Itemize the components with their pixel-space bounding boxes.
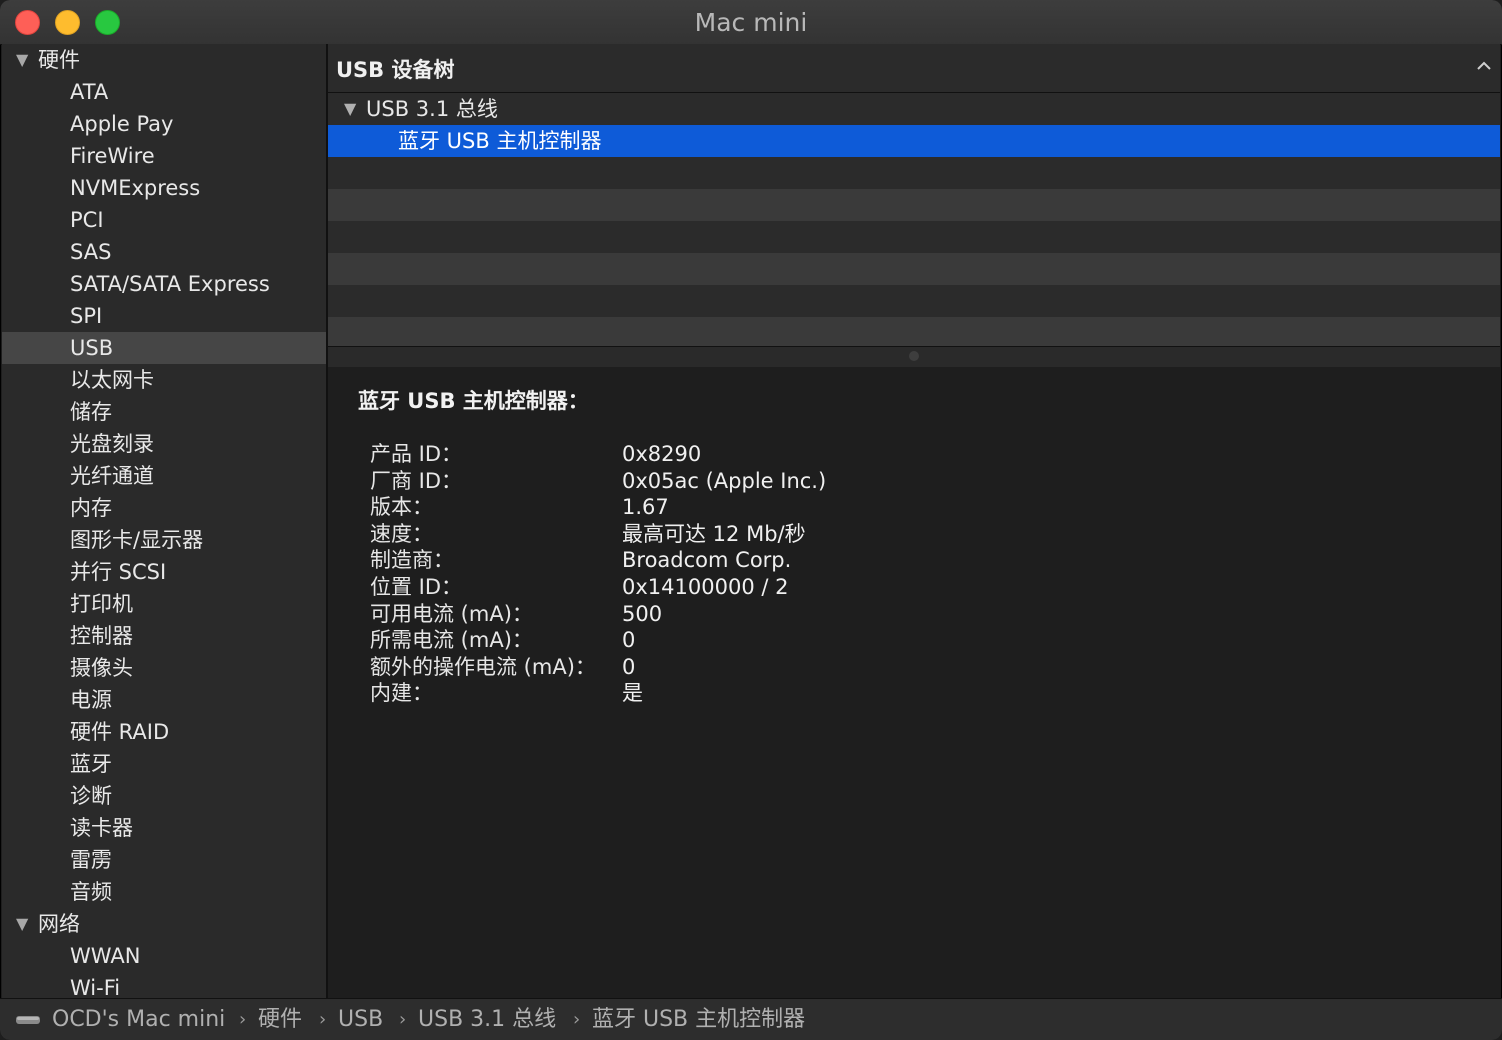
path-bar: OCD's Mac mini › 硬件 › USB › USB 3.1 总线 ›… bbox=[0, 998, 1502, 1040]
sidebar-item-camera[interactable]: 摄像头 bbox=[2, 652, 326, 684]
property-value: 0x05ac (Apple Inc.) bbox=[622, 468, 827, 493]
property-value: Broadcom Corp. bbox=[622, 548, 792, 573]
sidebar-item-hardware-raid[interactable]: 硬件 RAID bbox=[2, 716, 326, 748]
sidebar-item-controller[interactable]: 控制器 bbox=[2, 620, 326, 652]
sidebar-item-pci[interactable]: PCI bbox=[2, 204, 326, 236]
split-view-divider[interactable] bbox=[328, 346, 1500, 368]
sidebar-item-spi[interactable]: SPI bbox=[2, 300, 326, 332]
property-key: 额外的操作电流 (mA)： bbox=[370, 654, 596, 679]
path-item-bluetooth-controller[interactable]: 蓝牙 USB 主机控制器 bbox=[592, 999, 805, 1040]
disclosure-triangle-icon[interactable]: ▼ bbox=[16, 908, 28, 940]
sidebar-item-ethernet[interactable]: 以太网卡 bbox=[2, 364, 326, 396]
sidebar-item-ata[interactable]: ATA bbox=[2, 76, 326, 108]
sidebar-item-memory[interactable]: 内存 bbox=[2, 492, 326, 524]
sidebar-group-label: 网络 bbox=[38, 912, 80, 936]
sidebar-item-apple-pay[interactable]: Apple Pay bbox=[2, 108, 326, 140]
property-key: 产品 ID： bbox=[370, 442, 463, 466]
sidebar-group-network[interactable]: ▼ 网络 bbox=[2, 908, 326, 940]
property-value: 0x8290 bbox=[622, 442, 702, 466]
sidebar-item-storage[interactable]: 储存 bbox=[2, 396, 326, 428]
tree-row-label: 蓝牙 USB 主机控制器 bbox=[398, 129, 602, 153]
tree-row-empty bbox=[328, 317, 1500, 349]
sidebar-item-firewire[interactable]: FireWire bbox=[2, 140, 326, 172]
property-value: 是 bbox=[622, 681, 643, 706]
system-information-window: Mac mini ▼ 硬件 ATA Apple Pay FireWire NVM… bbox=[0, 0, 1502, 1040]
sidebar-item-fibre-channel[interactable]: 光纤通道 bbox=[2, 460, 326, 492]
sidebar-item-wwan[interactable]: WWAN bbox=[2, 940, 326, 972]
property-key: 版本： bbox=[370, 495, 433, 520]
tree-row-empty bbox=[328, 253, 1500, 285]
sidebar-item-diagnostics[interactable]: 诊断 bbox=[2, 780, 326, 812]
property-value: 0 bbox=[622, 628, 636, 653]
tree-row-label: USB 3.1 总线 bbox=[366, 97, 498, 121]
device-tree-header[interactable]: USB 设备树 bbox=[328, 44, 1500, 93]
sidebar-item-graphics[interactable]: 图形卡/显示器 bbox=[2, 524, 326, 556]
disclosure-triangle-icon[interactable]: ▼ bbox=[16, 44, 28, 76]
property-value: 0 bbox=[622, 654, 636, 679]
split-handle-icon[interactable] bbox=[909, 351, 919, 361]
disclosure-triangle-icon[interactable]: ▼ bbox=[344, 93, 356, 125]
tree-row-empty bbox=[328, 189, 1500, 221]
property-key: 制造商： bbox=[370, 548, 454, 573]
chevron-up-icon[interactable] bbox=[1474, 56, 1494, 76]
sidebar-item-nvmexpress[interactable]: NVMExpress bbox=[2, 172, 326, 204]
property-key: 可用电流 (mA)： bbox=[370, 601, 533, 626]
tree-row-empty bbox=[328, 221, 1500, 253]
sidebar-group-label: 硬件 bbox=[38, 48, 80, 72]
property-value: 最高可达 12 Mb/秒 bbox=[622, 521, 806, 546]
sidebar-item-printers[interactable]: 打印机 bbox=[2, 588, 326, 620]
sidebar-item-power[interactable]: 电源 bbox=[2, 684, 326, 716]
path-separator-icon: › bbox=[399, 1009, 407, 1030]
sidebar-item-sas[interactable]: SAS bbox=[2, 236, 326, 268]
property-key: 厂商 ID： bbox=[370, 468, 463, 493]
sidebar-item-thunderbolt[interactable]: 雷雳 bbox=[2, 844, 326, 876]
window-title: Mac mini bbox=[694, 8, 808, 37]
path-item-computer[interactable]: OCD's Mac mini bbox=[52, 999, 225, 1040]
path-item-usb[interactable]: USB bbox=[338, 999, 383, 1040]
detail-pane: 蓝牙 USB 主机控制器： 产品 ID： 0x8290 厂商 ID： 0x05a… bbox=[328, 367, 1500, 998]
path-item-usb-bus[interactable]: USB 3.1 总线 bbox=[418, 999, 556, 1040]
path-separator-icon: › bbox=[239, 1009, 247, 1030]
sidebar-item-card-reader[interactable]: 读卡器 bbox=[2, 812, 326, 844]
title-bar[interactable]: Mac mini bbox=[0, 0, 1502, 45]
property-value: 0x14100000 / 2 bbox=[622, 574, 789, 599]
sidebar-item-disc-burning[interactable]: 光盘刻录 bbox=[2, 428, 326, 460]
tree-row-empty bbox=[328, 157, 1500, 189]
property-value: 500 bbox=[622, 601, 663, 626]
tree-row-bluetooth-controller[interactable]: 蓝牙 USB 主机控制器 bbox=[328, 125, 1500, 157]
sidebar-item-sata[interactable]: SATA/SATA Express bbox=[2, 268, 326, 300]
tree-row-empty bbox=[328, 285, 1500, 317]
sidebar-item-usb[interactable]: USB bbox=[2, 332, 326, 364]
path-item-hardware[interactable]: 硬件 bbox=[258, 999, 302, 1040]
mac-mini-icon bbox=[16, 1016, 40, 1024]
property-key: 内建： bbox=[370, 681, 433, 706]
device-tree[interactable]: ▼ USB 3.1 总线 蓝牙 USB 主机控制器 bbox=[328, 93, 1500, 349]
sidebar[interactable]: ▼ 硬件 ATA Apple Pay FireWire NVMExpress P… bbox=[2, 44, 326, 998]
property-key: 位置 ID： bbox=[370, 574, 463, 599]
property-value: 1.67 bbox=[622, 495, 669, 520]
sidebar-item-wifi[interactable]: Wi-Fi bbox=[2, 972, 326, 998]
content-pane: USB 设备树 ▼ USB 3.1 总线 蓝牙 USB 主机控制器 蓝牙 USB… bbox=[328, 44, 1500, 998]
sidebar-item-parallel-scsi[interactable]: 并行 SCSI bbox=[2, 556, 326, 588]
detail-title: 蓝牙 USB 主机控制器： bbox=[358, 389, 589, 413]
path-separator-icon: › bbox=[573, 1009, 581, 1030]
property-key: 速度： bbox=[370, 521, 433, 546]
device-tree-title: USB 设备树 bbox=[336, 58, 455, 82]
sidebar-group-hardware[interactable]: ▼ 硬件 bbox=[2, 44, 326, 76]
sidebar-item-audio[interactable]: 音频 bbox=[2, 876, 326, 908]
path-separator-icon: › bbox=[319, 1009, 327, 1030]
property-key: 所需电流 (mA)： bbox=[370, 628, 533, 653]
sidebar-item-bluetooth[interactable]: 蓝牙 bbox=[2, 748, 326, 780]
tree-row-usb-bus[interactable]: ▼ USB 3.1 总线 bbox=[328, 93, 1500, 125]
